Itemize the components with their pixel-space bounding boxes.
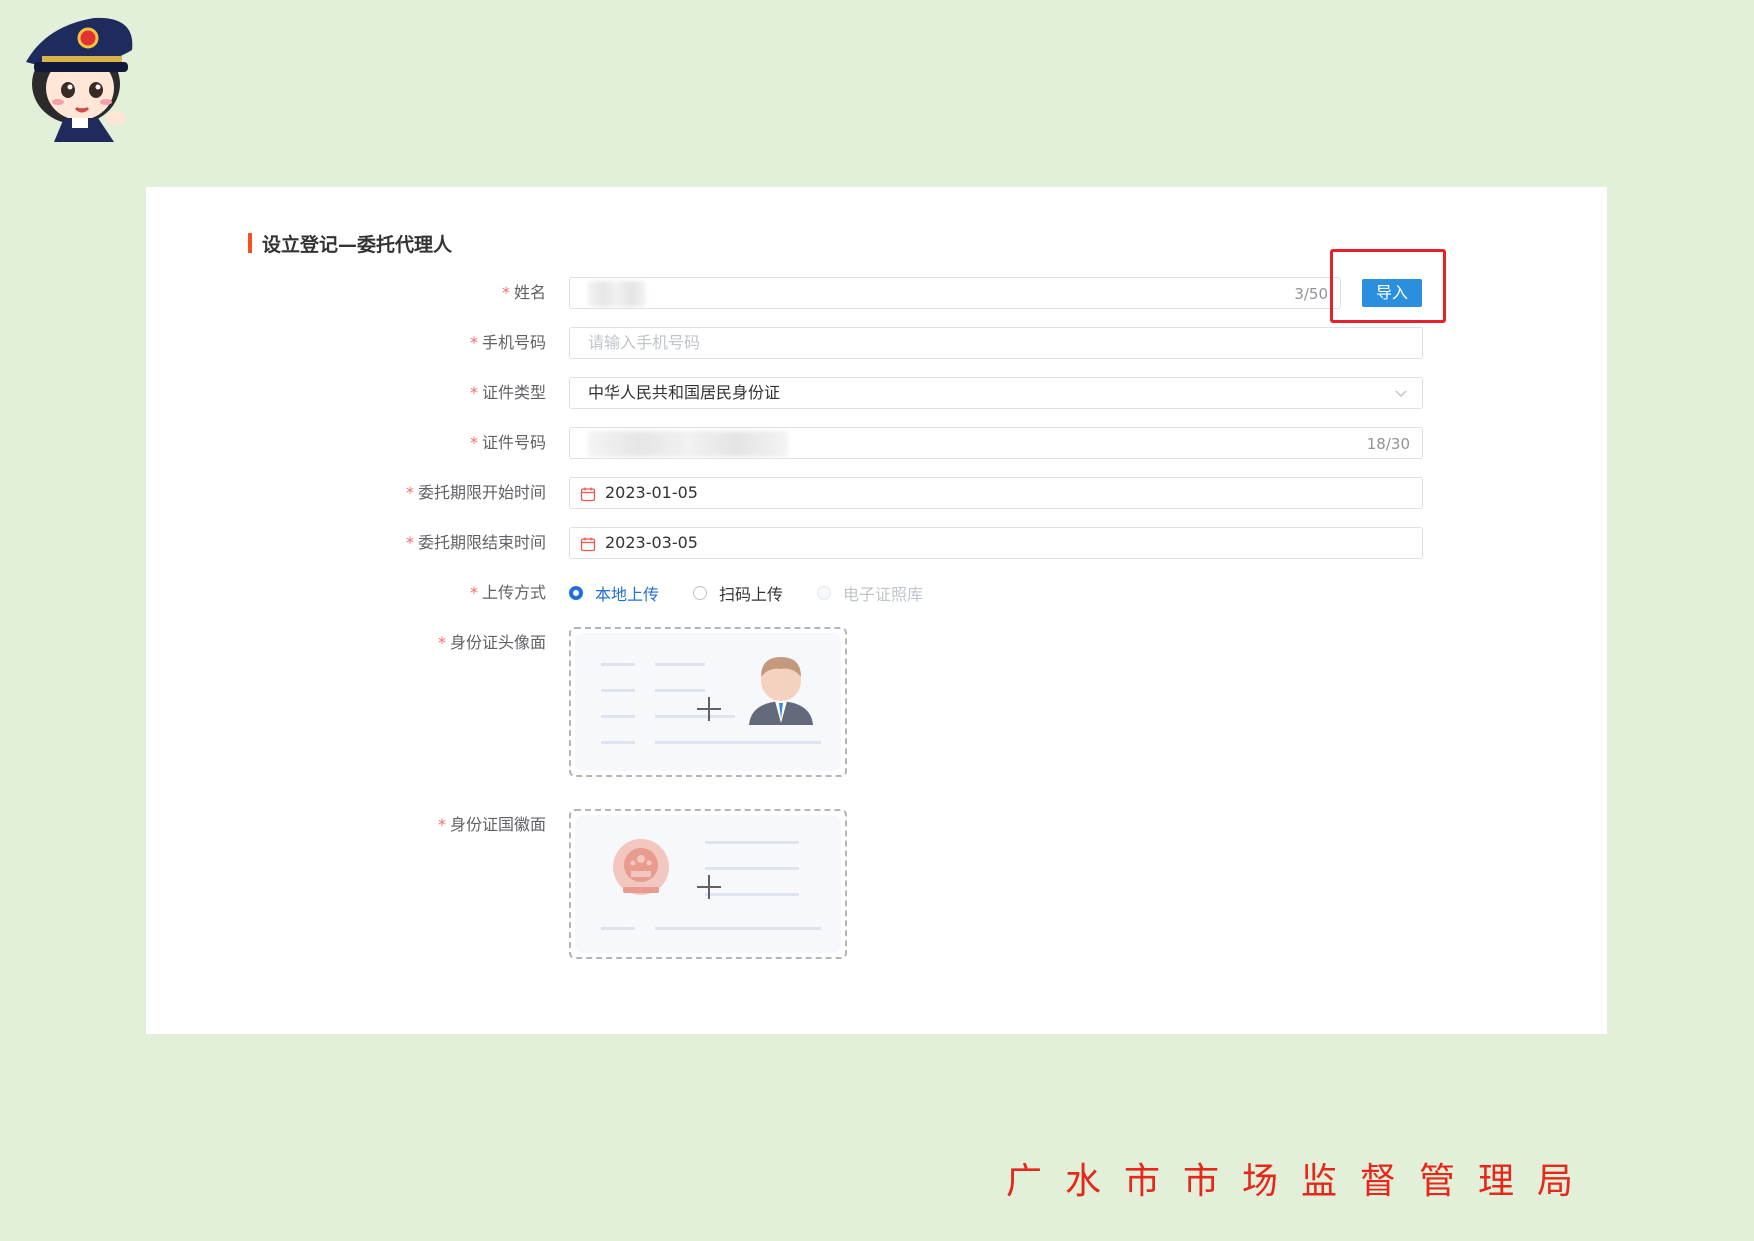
row-phone: * 手机号码 请输入手机号码 [146, 327, 1607, 359]
start-date-label: * 委托期限开始时间 [406, 477, 546, 509]
id-type-label-text: 证件类型 [481, 383, 546, 402]
id-number-label: * 证件号码 [470, 427, 546, 459]
form-card: 设立登记—委托代理人 * 姓名 3/50 导入 * 手机号码 请输入手机号码 * 证件… [146, 187, 1607, 1034]
row-upload-method: * 上传方式 本地上传 扫码上传 电子证照库 [146, 577, 1607, 609]
row-id-front: * 身份证头像面 [146, 627, 1607, 659]
radio-e-license-library-label: 电子证照库 [843, 585, 924, 604]
required-mark: * [405, 483, 414, 502]
radio-checked-icon [569, 586, 583, 600]
id-number-redacted-value [588, 431, 788, 457]
required-mark: * [437, 815, 446, 834]
id-type-value: 中华人民共和国居民身份证 [588, 383, 781, 402]
row-id-back: * 身份证国徽面 [146, 809, 1607, 841]
required-mark: * [437, 633, 446, 652]
radio-disabled-icon [817, 586, 832, 600]
required-mark: * [469, 433, 478, 452]
radio-unchecked-icon [693, 586, 708, 600]
required-mark: * [501, 283, 510, 302]
row-id-type: * 证件类型 中华人民共和国居民身份证 [146, 377, 1607, 409]
id-number-char-counter: 18/30 [1366, 435, 1410, 453]
name-char-counter: 3/50 [1294, 285, 1328, 303]
radio-local-upload[interactable]: 本地上传 [569, 581, 659, 605]
start-date-label-text: 委托期限开始时间 [417, 483, 546, 502]
name-redacted-value [588, 281, 646, 307]
end-date-label: * 委托期限结束时间 [406, 527, 546, 559]
id-type-label: * 证件类型 [470, 377, 546, 409]
radio-local-upload-label: 本地上传 [595, 585, 660, 604]
upload-method-label-text: 上传方式 [481, 583, 546, 602]
radio-e-license-library: 电子证照库 [817, 581, 923, 605]
id-number-input[interactable]: 18/30 [569, 427, 1423, 459]
required-mark: * [469, 583, 478, 602]
upload-method-label: * 上传方式 [470, 577, 546, 609]
row-name: * 姓名 3/50 导入 [146, 277, 1607, 309]
id-back-label: * 身份证国徽面 [438, 809, 546, 841]
id-front-label-text: 身份证头像面 [449, 633, 546, 652]
id-back-label-text: 身份证国徽面 [449, 815, 546, 834]
row-id-number: * 证件号码 18/30 [146, 427, 1607, 459]
radio-scan-upload-label: 扫码上传 [719, 585, 784, 604]
required-mark: * [405, 533, 414, 552]
name-label-text: 姓名 [513, 283, 546, 302]
calendar-icon [580, 487, 596, 502]
required-mark: * [469, 333, 478, 352]
phone-label-text: 手机号码 [481, 333, 546, 352]
chevron-down-icon [1395, 390, 1407, 398]
radio-scan-upload[interactable]: 扫码上传 [693, 581, 783, 605]
phone-input[interactable]: 请输入手机号码 [569, 327, 1423, 359]
end-date-picker[interactable]: 2023-03-05 [569, 527, 1423, 559]
footer-organization-name: 广水市市场监督管理局 [1005, 1161, 1596, 1202]
calendar-icon [580, 537, 596, 552]
id-back-upload-area[interactable] [569, 809, 847, 959]
name-label: * 姓名 [502, 277, 546, 309]
id-card-front-placeholder-icon [575, 633, 841, 771]
phone-placeholder: 请输入手机号码 [588, 333, 701, 352]
mascot-illustration [16, 6, 136, 142]
id-type-select[interactable]: 中华人民共和国居民身份证 [569, 377, 1423, 409]
section-title: 设立登记—委托代理人 [248, 231, 453, 256]
start-date-value: 2023-01-05 [605, 483, 698, 502]
id-front-label: * 身份证头像面 [438, 627, 546, 659]
required-mark: * [469, 383, 478, 402]
id-card-back-placeholder-icon [575, 815, 841, 953]
id-front-upload-area[interactable] [569, 627, 847, 777]
id-number-label-text: 证件号码 [481, 433, 546, 452]
phone-label: * 手机号码 [470, 327, 546, 359]
row-end-date: * 委托期限结束时间 2023-03-05 [146, 527, 1607, 559]
end-date-label-text: 委托期限结束时间 [417, 533, 546, 552]
upload-method-radio-group: 本地上传 扫码上传 电子证照库 [569, 577, 957, 609]
end-date-value: 2023-03-05 [605, 533, 698, 552]
section-title-text: 设立登记—委托代理人 [262, 233, 453, 256]
start-date-picker[interactable]: 2023-01-05 [569, 477, 1423, 509]
title-accent-bar [248, 233, 252, 253]
name-input[interactable]: 3/50 [569, 277, 1341, 309]
import-button[interactable]: 导入 [1362, 279, 1422, 307]
row-start-date: * 委托期限开始时间 2023-01-05 [146, 477, 1607, 509]
